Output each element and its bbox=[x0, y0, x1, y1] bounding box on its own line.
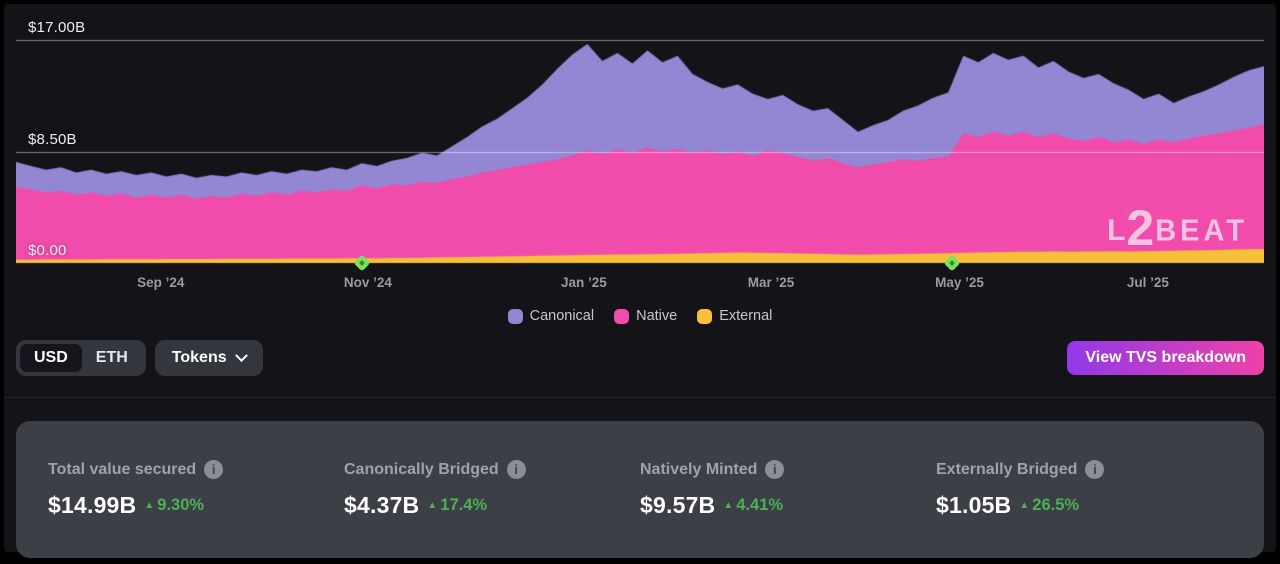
legend-swatch bbox=[614, 309, 629, 324]
left-controls: USD ETH Tokens bbox=[16, 340, 263, 376]
info-icon[interactable]: i bbox=[1085, 460, 1104, 479]
eth-toggle-button[interactable]: ETH bbox=[82, 344, 142, 372]
stat-label: Externally Bridged bbox=[936, 461, 1077, 479]
chevron-down-icon bbox=[235, 349, 248, 362]
stat-change: ▲ 9.30% bbox=[144, 496, 204, 515]
stacked-area-chart[interactable] bbox=[16, 8, 1264, 270]
stat-change: ▲ 4.41% bbox=[723, 496, 783, 515]
up-arrow-icon: ▲ bbox=[723, 501, 733, 511]
stat-label: Total value secured bbox=[48, 461, 196, 479]
tokens-label: Tokens bbox=[172, 349, 227, 367]
stat-value: $14.99B bbox=[48, 492, 136, 519]
x-axis-label: Jan ’25 bbox=[561, 275, 607, 290]
divider bbox=[4, 397, 1276, 398]
view-tvs-breakdown-button[interactable]: View TVS breakdown bbox=[1067, 341, 1264, 375]
legend-label: External bbox=[719, 308, 772, 324]
legend-label: Canonical bbox=[530, 308, 595, 324]
tvs-chart[interactable]: ♥ L 2 BEAT $17.00B$8.50B$0.00 bbox=[16, 8, 1264, 270]
chart-legend: Canonical Native External bbox=[4, 306, 1276, 326]
x-axis-label: Jul ’25 bbox=[1127, 275, 1169, 290]
legend-label: Native bbox=[636, 308, 677, 324]
stat-label: Natively Minted bbox=[640, 461, 757, 479]
up-arrow-icon: ▲ bbox=[427, 501, 437, 511]
stat-card-canonically-bridged: Canonically Bridged i $4.37B ▲ 17.4% bbox=[344, 460, 640, 519]
stat-card-externally-bridged: Externally Bridged i $1.05B ▲ 26.5% bbox=[936, 460, 1232, 519]
info-icon[interactable]: i bbox=[204, 460, 223, 479]
stat-value: $9.57B bbox=[640, 492, 715, 519]
tokens-dropdown-button[interactable]: Tokens bbox=[155, 340, 263, 376]
stat-card-total-value-secured: Total value secured i $14.99B ▲ 9.30% bbox=[48, 460, 344, 519]
stat-change-pct: 17.4% bbox=[440, 496, 487, 515]
stats-panel: Total value secured i $14.99B ▲ 9.30% Ca… bbox=[16, 421, 1264, 558]
stat-label: Canonically Bridged bbox=[344, 461, 499, 479]
legend-swatch bbox=[697, 309, 712, 324]
stat-change: ▲ 17.4% bbox=[427, 496, 487, 515]
usd-toggle-button[interactable]: USD bbox=[20, 344, 82, 372]
legend-item-external[interactable]: External bbox=[697, 306, 772, 326]
x-axis-labels: Sep ’24 Nov ’24 Jan ’25 Mar ’25 May ’25 Jul ’… bbox=[16, 270, 1264, 294]
currency-toggle: USD ETH bbox=[16, 340, 146, 376]
legend-item-native[interactable]: Native bbox=[614, 306, 677, 326]
stat-value: $1.05B bbox=[936, 492, 1011, 519]
x-axis-label: Mar ’25 bbox=[748, 275, 795, 290]
x-axis-label: May ’25 bbox=[935, 275, 984, 290]
x-axis-label: Nov ’24 bbox=[344, 275, 392, 290]
stat-card-natively-minted: Natively Minted i $9.57B ▲ 4.41% bbox=[640, 460, 936, 519]
chart-controls: USD ETH Tokens View TVS breakdown bbox=[16, 340, 1264, 376]
legend-swatch bbox=[508, 309, 523, 324]
legend-item-canonical[interactable]: Canonical bbox=[508, 306, 595, 326]
up-arrow-icon: ▲ bbox=[1019, 501, 1029, 511]
stat-change-pct: 26.5% bbox=[1032, 496, 1079, 515]
tvs-dashboard: ♥ L 2 BEAT $17.00B$8.50B$0.00 Sep ’24 Nov… bbox=[4, 4, 1276, 552]
stat-change-pct: 9.30% bbox=[157, 496, 204, 515]
info-icon[interactable]: i bbox=[765, 460, 784, 479]
up-arrow-icon: ▲ bbox=[144, 501, 154, 511]
stat-change: ▲ 26.5% bbox=[1019, 496, 1079, 515]
stat-value: $4.37B bbox=[344, 492, 419, 519]
info-icon[interactable]: i bbox=[507, 460, 526, 479]
x-axis-label: Sep ’24 bbox=[137, 275, 184, 290]
stat-change-pct: 4.41% bbox=[736, 496, 783, 515]
